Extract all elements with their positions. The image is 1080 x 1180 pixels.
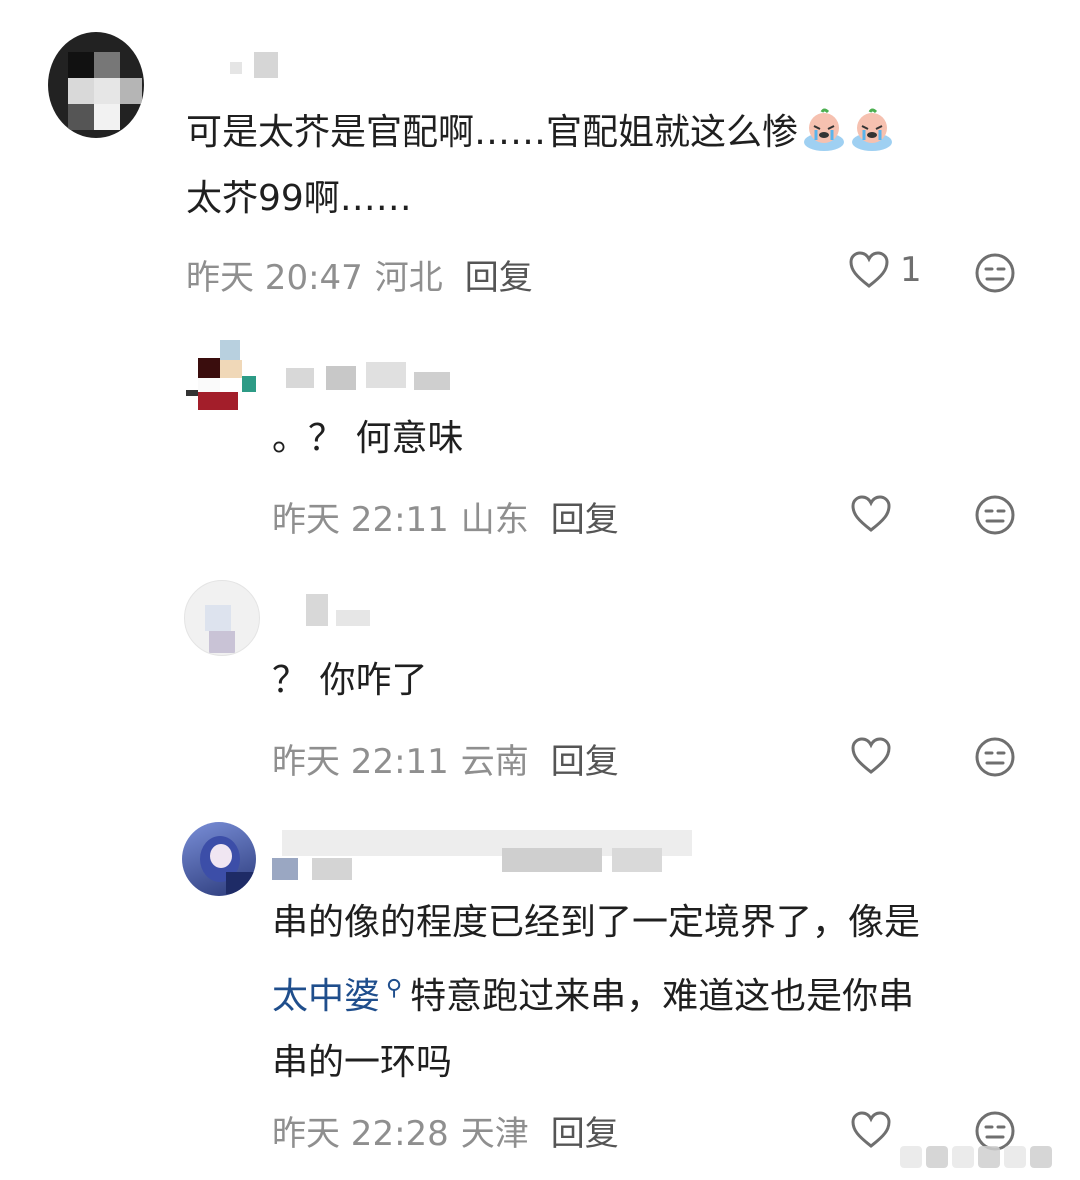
avatar[interactable]: [48, 32, 144, 138]
location: 河北: [374, 258, 443, 298]
reply-button[interactable]: 回复: [551, 742, 619, 782]
location: 山东: [460, 500, 529, 540]
comment-item: 可是太芥是官配啊……官配姐就这么惨 太芥99啊…… 昨天 20:47 河北 回复 1: [0, 0, 1080, 320]
comment-meta: 昨天 22:28 天津 回复: [272, 1106, 619, 1155]
username-blurred[interactable]: [230, 48, 290, 84]
watermark: [900, 1144, 1070, 1170]
username-blurred[interactable]: [306, 594, 376, 630]
avatar[interactable]: [184, 580, 260, 656]
like-button[interactable]: [850, 494, 892, 534]
comment-item: 串的像的程度已经到了一定境界了，像是 太中婆 ⚲ 特意跑过来串，难道这也是你串 串的…: [0, 800, 1080, 1180]
reply-button[interactable]: 回复: [551, 500, 619, 540]
comment-item: 。？ 何意味 昨天 22:11 山东 回复: [0, 320, 1080, 560]
like-button[interactable]: 1: [848, 250, 922, 290]
heart-icon: [849, 251, 889, 288]
comment-text: 串的像的程度已经到了一定境界了，像是 太中婆 ⚲ 特意跑过来串，难道这也是你串 串的…: [272, 902, 921, 1083]
location: 云南: [460, 742, 529, 782]
avatar[interactable]: [186, 340, 272, 420]
emoji-react-icon[interactable]: [974, 736, 1016, 782]
crying-face-emoji: [850, 108, 894, 152]
timestamp: 昨天 20:47: [186, 258, 363, 298]
reply-button[interactable]: 回复: [551, 1114, 619, 1154]
comment-text: 。？ 何意味: [272, 418, 464, 459]
timestamp: 昨天 22:28: [272, 1114, 449, 1154]
comment-meta: 昨天 22:11 山东 回复: [272, 492, 619, 541]
comment-meta: 昨天 22:11 云南 回复: [272, 734, 619, 783]
comment-text: ？ 你咋了: [272, 660, 428, 701]
comment-item: ？ 你咋了 昨天 22:11 云南 回复: [0, 560, 1080, 800]
heart-icon: [851, 737, 891, 774]
username-blurred[interactable]: [272, 830, 692, 880]
heart-icon: [851, 495, 891, 532]
like-button[interactable]: [850, 1110, 892, 1150]
location: 天津: [460, 1114, 529, 1154]
search-icon: ⚲: [386, 976, 403, 1001]
username-blurred[interactable]: [286, 358, 456, 394]
like-button[interactable]: [850, 736, 892, 776]
topic-link[interactable]: 太中婆 ⚲: [272, 976, 402, 1017]
emoji-react-icon[interactable]: [974, 494, 1016, 540]
comment-text: 可是太芥是官配啊……官配姐就这么惨 太芥99啊……: [186, 100, 1046, 232]
timestamp: 昨天 22:11: [272, 500, 449, 540]
crying-face-emoji: [802, 108, 846, 152]
avatar[interactable]: [182, 822, 256, 896]
timestamp: 昨天 22:11: [272, 742, 449, 782]
emoji-react-icon[interactable]: [974, 252, 1016, 298]
comment-meta: 昨天 20:47 河北 回复: [186, 250, 533, 299]
heart-icon: [851, 1111, 891, 1148]
reply-button[interactable]: 回复: [465, 258, 533, 298]
like-count: 1: [900, 250, 922, 290]
